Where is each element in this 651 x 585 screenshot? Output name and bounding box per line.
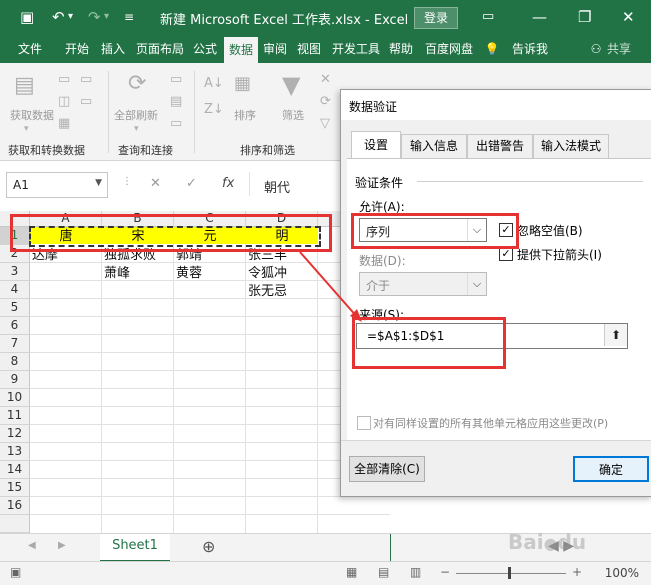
watermark-logo: Bai●du [508, 530, 587, 554]
annotation-arrow [299, 251, 362, 322]
